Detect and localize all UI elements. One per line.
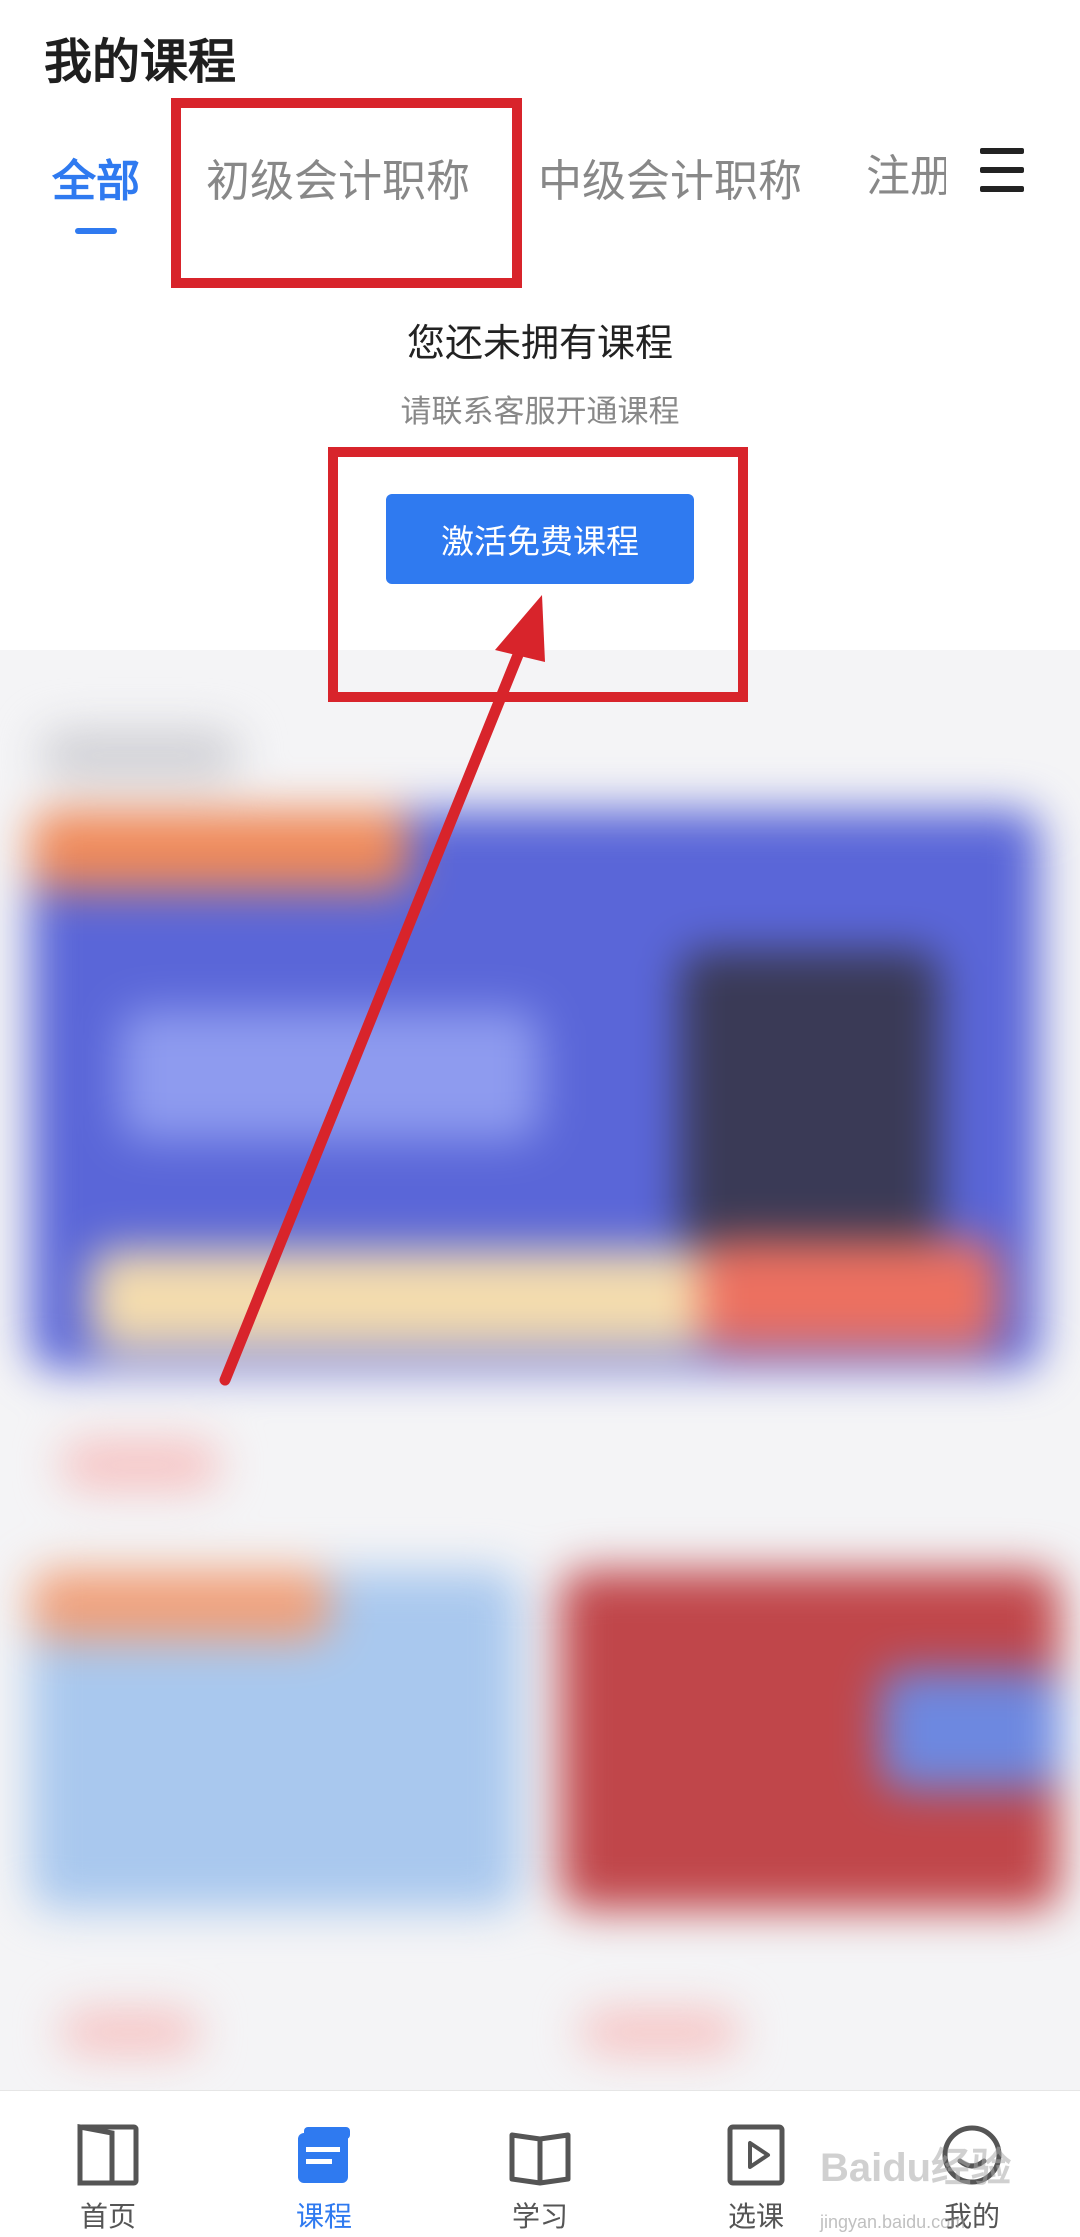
tab-cpa[interactable]: 注册 [866, 140, 946, 204]
nav-home-label: 首页 [79, 2200, 136, 2233]
annotation-box-tab [171, 98, 522, 288]
tab-intermediate-accounting[interactable]: 中级会计职称 [538, 145, 802, 209]
menu-icon[interactable] [980, 148, 1024, 192]
watermark-logo: Baidu经验 [820, 2146, 1012, 2190]
blurred-recommendations [0, 650, 1080, 2090]
nav-home[interactable]: 首页 [0, 2091, 216, 2237]
course-icon [292, 2123, 356, 2187]
home-icon [76, 2123, 140, 2187]
nav-course[interactable]: 课程 [216, 2091, 432, 2237]
nav-study-label: 学习 [511, 2200, 568, 2233]
nav-study[interactable]: 学习 [432, 2091, 648, 2237]
empty-state-title: 您还未拥有课程 [406, 321, 673, 365]
page-title: 我的课程 [44, 34, 237, 90]
annotation-box-button [328, 447, 748, 702]
tab-clip: 注册 [866, 140, 946, 210]
empty-state-subtitle: 请联系客服开通课程 [400, 394, 680, 430]
play-icon [724, 2123, 788, 2187]
nav-course-label: 课程 [295, 2200, 352, 2233]
nav-select-course-label: 选课 [727, 2200, 784, 2233]
tab-active-indicator [75, 228, 117, 234]
tab-all[interactable]: 全部 [52, 145, 140, 209]
watermark-url: jingyan.baidu.com [820, 2212, 966, 2232]
book-icon [508, 2123, 572, 2187]
